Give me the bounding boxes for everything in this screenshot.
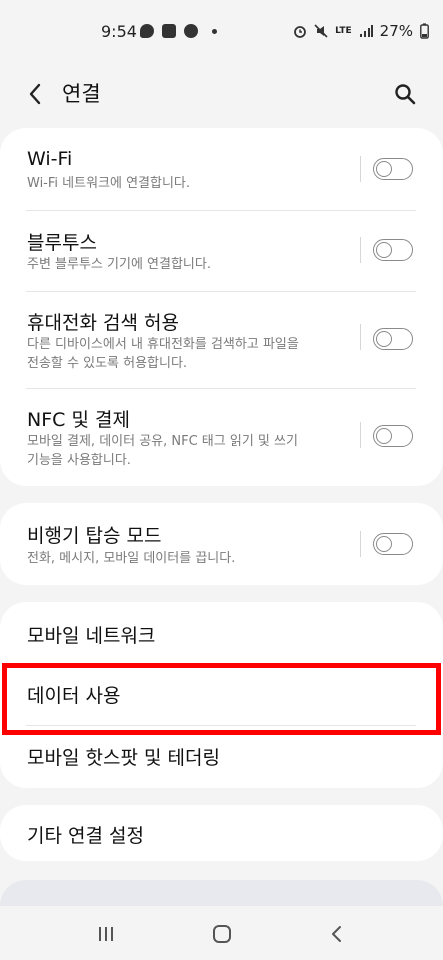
recent-apps-icon (99, 927, 113, 941)
wifi-title: Wi-Fi (27, 148, 73, 170)
row-separator (360, 324, 361, 350)
wifi-subtitle: Wi-Fi 네트워크에 연결합니다. (27, 176, 191, 191)
airplane-mode-title: 비행기 탑승 모드 (27, 525, 162, 547)
nfc-title: NFC 및 결제 (27, 409, 130, 431)
nfc-row[interactable]: NFC 및 결제 모바일 결제, 데이터 공유, NFC 태그 읽기 및 쓰기 … (0, 389, 443, 486)
talk-icon (140, 24, 154, 38)
toggle-knob (376, 241, 392, 258)
navigation-bar (0, 906, 443, 960)
row-separator (360, 156, 361, 182)
mobile-network-title: 모바일 네트워크 (27, 625, 156, 647)
mobile-network-row[interactable]: 모바일 네트워크 (0, 602, 443, 664)
row-separator (360, 237, 361, 263)
phone-visibility-subtitle-1: 다른 디바이스에서 내 휴대전화를 검색하고 파일을 (27, 337, 299, 352)
more-connection-settings-title: 기타 연결 설정 (27, 825, 144, 847)
row-separator (360, 422, 361, 448)
settings-card-connectivity: Wi-Fi Wi-Fi 네트워크에 연결합니다. 블루투스 주변 블루투스 기기… (0, 128, 443, 486)
search-icon (395, 84, 416, 105)
airplane-mode-toggle[interactable] (373, 533, 413, 555)
phone-visibility-subtitle-2: 전송할 수 있도록 허용합니다. (27, 356, 188, 371)
alarm-icon (294, 26, 307, 38)
dot-icon (212, 28, 217, 34)
signal-icon (359, 25, 373, 37)
page-title: 연결 (62, 82, 101, 106)
back-button[interactable] (20, 74, 50, 114)
status-bar: 9:54 LTE 27% (0, 0, 443, 66)
nav-back-button[interactable] (317, 920, 357, 948)
home-icon (213, 925, 231, 943)
status-right-icons: LTE 27% (293, 22, 429, 40)
home-button[interactable] (202, 920, 242, 948)
lte-icon: LTE (335, 25, 352, 36)
row-separator (360, 531, 361, 557)
app-header: 연결 (0, 66, 443, 126)
phone-visibility-title: 휴대전화 검색 허용 (27, 312, 179, 334)
face-icon (184, 24, 198, 38)
battery-percent: 27% (379, 22, 413, 40)
bluetooth-row[interactable]: 블루투스 주변 블루투스 기기에 연결합니다. (0, 211, 443, 291)
airplane-mode-subtitle: 전화, 메시지, 모바일 데이터를 끕니다. (27, 551, 236, 566)
nfc-subtitle-2: 기능을 사용합니다. (27, 453, 131, 468)
bluetooth-toggle[interactable] (373, 239, 413, 261)
settings-card-airplane: 비행기 탑승 모드 전화, 메시지, 모바일 데이터를 끕니다. (0, 503, 443, 585)
wifi-toggle[interactable] (373, 158, 413, 180)
bluetooth-title: 블루투스 (27, 232, 97, 254)
hotspot-tethering-row[interactable]: 모바일 핫스팟 및 테더링 (0, 726, 443, 788)
highlight-box (2, 663, 441, 735)
hotspot-tethering-title: 모바일 핫스팟 및 테더링 (27, 747, 220, 769)
airplane-mode-row[interactable]: 비행기 탑승 모드 전화, 메시지, 모바일 데이터를 끕니다. (0, 503, 443, 585)
status-left-icons (140, 24, 217, 38)
mute-icon (314, 24, 328, 38)
gallery-icon (162, 24, 176, 38)
toggle-knob (376, 160, 392, 177)
toggle-knob (376, 427, 392, 444)
status-time: 9:54 (101, 22, 137, 41)
nav-back-icon (332, 926, 341, 942)
nfc-subtitle-1: 모바일 결제, 데이터 공유, NFC 태그 읽기 및 쓰기 (27, 434, 298, 449)
settings-card-more: 기타 연결 설정 (0, 805, 443, 861)
recent-apps-button[interactable] (86, 920, 126, 948)
phone-visibility-row[interactable]: 휴대전화 검색 허용 다른 디바이스에서 내 휴대전화를 검색하고 파일을 전송… (0, 292, 443, 388)
wifi-row[interactable]: Wi-Fi Wi-Fi 네트워크에 연결합니다. (0, 128, 443, 210)
back-arrow-icon (29, 83, 41, 105)
phone-visibility-toggle[interactable] (373, 328, 413, 350)
toggle-knob (376, 535, 392, 552)
nfc-toggle[interactable] (373, 425, 413, 447)
battery-icon (420, 23, 429, 39)
toggle-knob (376, 330, 392, 347)
bluetooth-subtitle: 주변 블루투스 기기에 연결합니다. (27, 257, 211, 272)
more-connection-settings-row[interactable]: 기타 연결 설정 (0, 805, 443, 861)
search-button[interactable] (387, 74, 423, 114)
